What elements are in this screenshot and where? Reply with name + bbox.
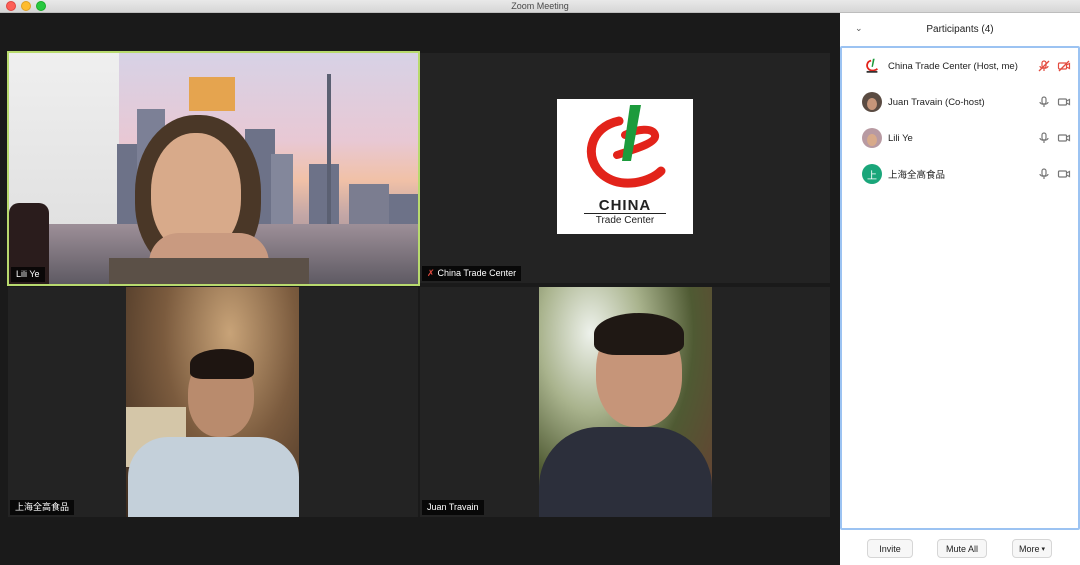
participant-row[interactable]: China Trade Center (Host, me)	[842, 48, 1078, 84]
video-icon[interactable]	[1057, 95, 1071, 109]
mic-icon[interactable]	[1037, 95, 1051, 109]
video-off-icon[interactable]	[1057, 59, 1071, 73]
video-tile-juan-travain[interactable]: Juan Travain	[420, 287, 830, 517]
participant-row[interactable]: 上 上海全高食品	[842, 156, 1078, 192]
chevron-down-icon[interactable]: ⌄	[855, 23, 863, 34]
video-icon[interactable]	[1057, 131, 1071, 145]
ctc-logo-icon	[866, 58, 879, 73]
window-title: Zoom Meeting	[511, 1, 569, 11]
video-name-tag: Lili Ye	[11, 267, 45, 282]
ctc-logo-icon	[586, 105, 666, 188]
invite-button[interactable]: Invite	[867, 539, 913, 558]
china-trade-center-logo: CHINA Trade Center	[557, 99, 693, 234]
participants-panel: ⌄ Participants (4) China Trade Center (H…	[840, 13, 1080, 565]
more-button[interactable]: More ▾	[1012, 539, 1052, 558]
participants-title: Participants (4)	[926, 24, 994, 35]
avatar	[862, 128, 882, 148]
window-titlebar: Zoom Meeting	[0, 0, 1080, 13]
participants-header: ⌄ Participants (4)	[840, 13, 1080, 46]
video-tile-china-trade-center[interactable]: CHINA Trade Center ✗ China Trade Center	[420, 53, 830, 283]
avatar	[862, 56, 882, 76]
video-name-tag: Juan Travain	[422, 500, 484, 515]
video-name-tag: 上海全高食品	[10, 500, 75, 515]
participants-footer: Invite Mute All More ▾	[840, 531, 1080, 565]
mic-icon[interactable]	[1037, 167, 1051, 181]
video-gallery: Lili Ye CHINA Trade Center ✗ China Trade…	[0, 13, 840, 565]
mic-icon[interactable]	[1037, 131, 1051, 145]
mic-muted-icon[interactable]	[1037, 59, 1051, 73]
avatar	[862, 92, 882, 112]
video-tile-lili-ye[interactable]: Lili Ye	[7, 51, 420, 286]
mic-muted-icon: ✗	[427, 268, 435, 278]
video-name-tag: ✗ China Trade Center	[422, 266, 522, 281]
participant-row[interactable]: Lili Ye	[842, 120, 1078, 156]
participants-list[interactable]: China Trade Center (Host, me) Juan Trava…	[840, 46, 1080, 530]
mute-all-button[interactable]: Mute All	[937, 539, 987, 558]
video-tile-shanghai[interactable]: 上海全高食品	[8, 287, 418, 517]
avatar: 上	[862, 164, 882, 184]
participant-row[interactable]: Juan Travain (Co-host)	[842, 84, 1078, 120]
video-icon[interactable]	[1057, 167, 1071, 181]
chevron-down-icon: ▾	[1041, 545, 1046, 553]
